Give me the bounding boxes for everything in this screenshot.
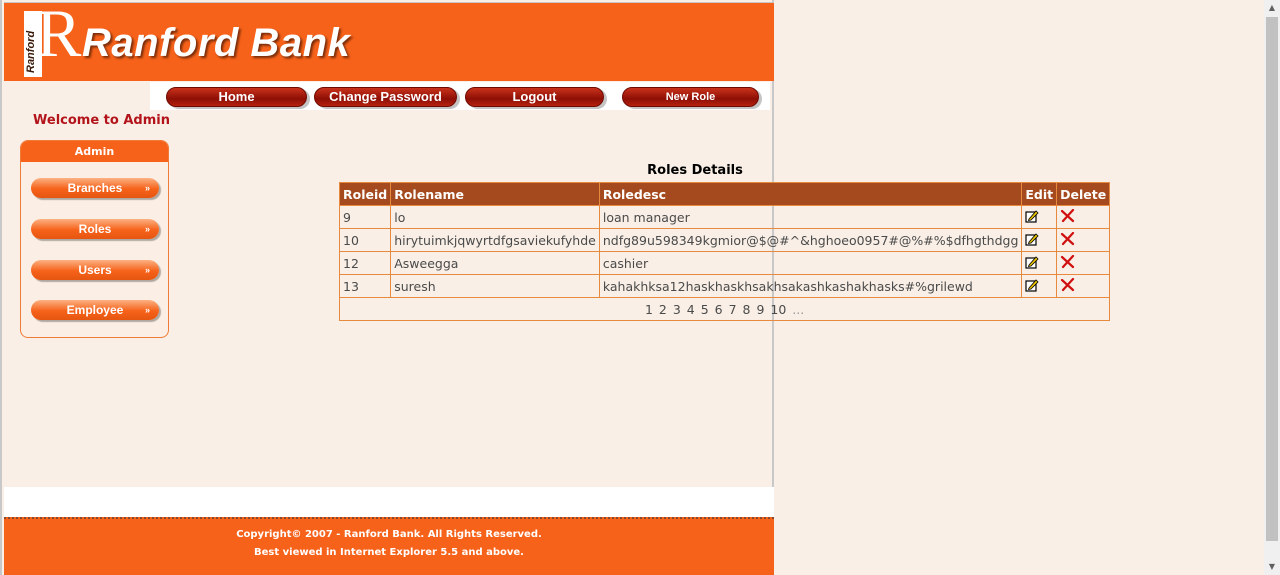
sidebar-item-label: Branches	[67, 181, 123, 195]
scroll-up-arrow-icon[interactable]: ▲	[1264, 0, 1280, 16]
sidebar-item-roles[interactable]: Roles »	[31, 219, 159, 239]
footer-spacer	[4, 487, 774, 517]
welcome-message: Welcome to Admin	[33, 113, 170, 128]
role-desc: cashier	[598, 251, 1023, 275]
page-link-4[interactable]: 4	[687, 302, 695, 317]
footer: Copyright© 2007 - Ranford Bank. All Righ…	[4, 517, 774, 575]
logout-button[interactable]: Logout	[465, 87, 604, 107]
bank-logo: Ranford R	[22, 0, 81, 77]
delete-icon[interactable]	[1060, 277, 1076, 295]
table-row: 9 lo loan manager	[338, 205, 1111, 229]
role-name: suresh	[390, 274, 600, 298]
edit-icon[interactable]	[1025, 209, 1039, 226]
sidebar-title: Admin	[21, 141, 168, 162]
change-password-button[interactable]: Change Password	[314, 87, 457, 107]
scroll-thumb[interactable]	[1266, 17, 1278, 541]
page-link-9[interactable]: 9	[756, 302, 764, 317]
page-link-6[interactable]: 6	[715, 302, 723, 317]
page-link-5[interactable]: 5	[701, 302, 709, 317]
page-link-10[interactable]: 10	[770, 302, 786, 317]
page-link-more[interactable]: ...	[792, 302, 804, 317]
double-arrow-icon: »	[144, 265, 150, 275]
header-banner: Ranford R Ranford Bank	[4, 0, 774, 81]
table-row: 12 Asweegga cashier	[338, 251, 1111, 275]
page-link-8[interactable]: 8	[743, 302, 751, 317]
column-header-rolename: Rolename	[390, 182, 600, 206]
column-header-delete: Delete	[1056, 182, 1111, 206]
top-nav: Home Change Password Logout New Role	[150, 82, 770, 110]
role-id: 13	[338, 274, 392, 298]
logo-letter: R	[36, 0, 82, 71]
role-name: Asweegga	[390, 251, 600, 275]
column-header-roledesc: Roledesc	[598, 182, 1023, 206]
pagination: 1 2 3 4 5 6 7 8 9 10 ...	[338, 297, 1111, 321]
column-header-edit: Edit	[1021, 182, 1058, 206]
sidebar-item-label: Employee	[66, 303, 124, 317]
admin-sidebar: Admin Branches » Roles » Users » Employe…	[20, 140, 169, 338]
page-link-7[interactable]: 7	[729, 302, 737, 317]
page-link-1[interactable]: 1	[645, 302, 653, 317]
double-arrow-icon: »	[144, 305, 150, 315]
edit-icon[interactable]	[1025, 278, 1039, 295]
double-arrow-icon: »	[144, 183, 150, 193]
edit-icon[interactable]	[1025, 255, 1039, 272]
copyright-text: Copyright© 2007 - Ranford Bank. All Righ…	[236, 529, 542, 540]
double-arrow-icon: »	[144, 224, 150, 234]
role-desc: loan manager	[598, 205, 1023, 229]
role-name: hirytuimkjqwyrtdfgsaviekufyhde	[390, 228, 600, 252]
table-row: 13 suresh kahakhksa12haskhaskhsakhsakash…	[338, 274, 1111, 298]
role-desc: kahakhksa12haskhaskhsakhsakashkashakhask…	[598, 274, 1023, 298]
sidebar-item-label: Roles	[78, 222, 112, 236]
sidebar-item-employee[interactable]: Employee »	[31, 300, 159, 320]
delete-icon[interactable]	[1060, 208, 1076, 226]
table-header-row: Roleid Rolename Roledesc Edit Delete	[338, 182, 1111, 206]
delete-icon[interactable]	[1060, 254, 1076, 272]
home-button[interactable]: Home	[166, 87, 307, 107]
role-id: 9	[338, 205, 392, 229]
vertical-scrollbar[interactable]: ▲ ▼	[1264, 0, 1280, 575]
table-row: 10 hirytuimkjqwyrtdfgsaviekufyhde ndfg89…	[338, 228, 1111, 252]
roles-title: Roles Details	[647, 163, 743, 178]
role-id: 10	[338, 228, 392, 252]
sidebar-item-branches[interactable]: Branches »	[31, 178, 159, 198]
column-header-roleid: Roleid	[338, 182, 392, 206]
sidebar-item-label: Users	[78, 263, 112, 277]
role-desc: ndfg89u598349kgmior@$@#^&hghoeo0957#@%#%…	[598, 228, 1023, 252]
browser-note: Best viewed in Internet Explorer 5.5 and…	[254, 547, 524, 558]
bank-title: Ranford Bank	[82, 21, 351, 65]
sidebar-item-users[interactable]: Users »	[31, 260, 159, 280]
page-link-3[interactable]: 3	[673, 302, 681, 317]
role-id: 12	[338, 251, 392, 275]
pagination-row: 1 2 3 4 5 6 7 8 9 10 ...	[338, 297, 1111, 321]
new-role-button[interactable]: New Role	[622, 87, 759, 107]
role-name: lo	[390, 205, 600, 229]
scroll-down-arrow-icon[interactable]: ▼	[1264, 559, 1280, 575]
page-link-2[interactable]: 2	[659, 302, 667, 317]
delete-icon[interactable]	[1060, 231, 1076, 249]
edit-icon[interactable]	[1025, 232, 1039, 249]
roles-table: Roleid Rolename Roledesc Edit Delete 9 l…	[338, 182, 1111, 321]
